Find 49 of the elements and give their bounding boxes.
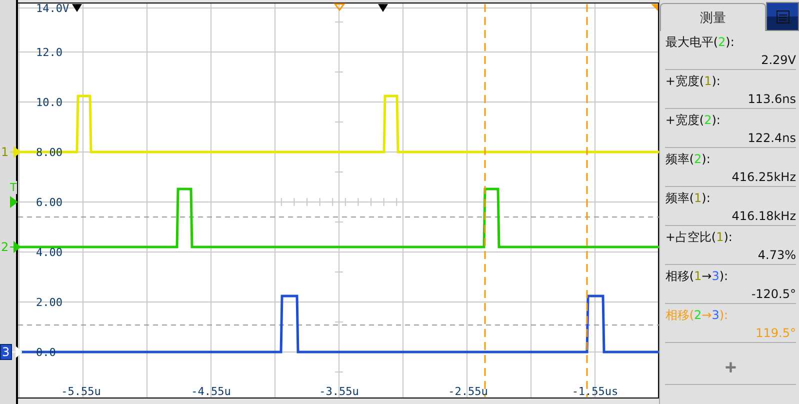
axis-label: -2.55u <box>448 385 488 398</box>
trigger-arrow-icon <box>10 196 18 208</box>
measurement-value: 416.18kHz <box>732 209 796 223</box>
measurement-label: +宽度(2): <box>665 112 722 129</box>
axis-label: 4.00 <box>36 246 62 259</box>
axis-label: -4.55u <box>191 385 231 398</box>
measurement-item[interactable]: 相移(1→3): -120.5° <box>665 265 796 304</box>
measurement-value: -120.5° <box>751 287 796 301</box>
axis-label: -5.55u <box>61 385 101 398</box>
measurement-item[interactable]: 相移(2→3): 119.5° <box>665 304 796 343</box>
axis-label: 14.0V <box>36 2 70 15</box>
measurement-value: 113.6ns <box>748 92 796 106</box>
measurement-value: 122.4ns <box>748 131 796 145</box>
arrow-icon <box>10 145 20 159</box>
measurement-value: 4.73% <box>758 248 796 262</box>
measurement-item[interactable]: +占空比(1): 4.73% <box>665 226 796 265</box>
menu-icon <box>776 10 790 24</box>
measurement-value: 119.5° <box>756 326 796 340</box>
axis-label: 0.0 <box>36 346 56 359</box>
menu-button[interactable] <box>766 2 799 31</box>
axis-label: -3.55u <box>319 385 359 398</box>
arrow-icon <box>10 240 20 254</box>
measurement-label: +占空比(1): <box>665 229 734 246</box>
cursor-line[interactable] <box>18 324 659 326</box>
measurement-item[interactable]: 最大电平(2): 2.29V <box>665 31 796 70</box>
axis-label: 10.0 <box>36 96 62 109</box>
measurement-item[interactable]: 频率(2): 416.25kHz <box>665 148 796 187</box>
measurement-item[interactable]: +宽度(1): 113.6ns <box>665 70 796 109</box>
cursor-line[interactable] <box>586 4 588 397</box>
delay-marker-icon[interactable] <box>333 3 346 12</box>
axis-label: -1.55us <box>572 385 618 398</box>
measurement-item[interactable]: 频率(1): 416.18kHz <box>665 187 796 226</box>
cursor-line[interactable] <box>18 216 659 218</box>
measurement-label: +宽度(1): <box>665 73 722 90</box>
measurement-label: 相移(2→3): <box>665 307 730 324</box>
measurement-value: 2.29V <box>761 53 796 67</box>
measurement-item[interactable]: +宽度(2): 122.4ns <box>665 109 796 148</box>
measure-tab[interactable]: 测量 <box>660 3 766 31</box>
corner-marker-icon <box>650 4 658 11</box>
measurement-label: 频率(1): <box>665 190 712 207</box>
trigger-position-icon[interactable] <box>378 4 388 12</box>
measurement-label: 相移(1→3): <box>665 268 730 285</box>
measurement-label: 频率(2): <box>665 151 712 168</box>
axis-label: 6.00 <box>36 196 62 209</box>
trigger-position-icon[interactable] <box>72 4 82 12</box>
axis-label: 12.0 <box>36 46 62 59</box>
measurement-value: 416.25kHz <box>732 170 796 184</box>
axis-label: 2.00 <box>36 296 62 309</box>
measurement-label: 最大电平(2): <box>665 34 736 51</box>
